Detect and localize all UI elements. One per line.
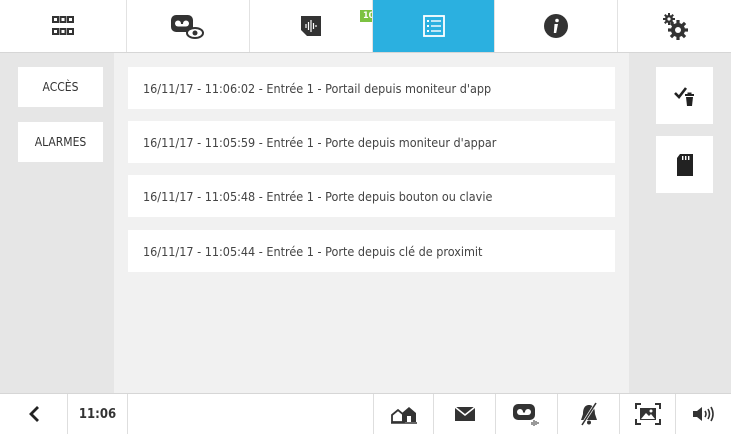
tab-audio-messages[interactable]	[250, 0, 373, 52]
mute-bell-icon	[580, 402, 597, 426]
bottom-status-bar: 11:06	[0, 393, 731, 434]
tab-event-list[interactable]	[373, 0, 495, 52]
tab-settings[interactable]	[618, 0, 731, 52]
save-to-sd-button[interactable]	[656, 136, 713, 193]
event-row[interactable]: 16/11/17 - 11:05:59 - Entrée 1 - Porte d…	[128, 121, 615, 163]
settings-gears-icon	[662, 13, 688, 40]
delete-selected-button[interactable]	[656, 67, 713, 124]
sd-card-icon	[676, 153, 693, 176]
info-icon	[544, 14, 568, 38]
event-row[interactable]: 16/11/17 - 11:05:48 - Entrée 1 - Porte d…	[128, 175, 615, 217]
event-list-icon	[422, 15, 445, 37]
picture-frame-icon	[634, 403, 661, 425]
speaker-icon	[692, 406, 714, 422]
video-audio-status[interactable]	[496, 394, 558, 434]
current-time: 11:06	[78, 406, 117, 422]
menu-item-alarmes[interactable]: ALARMES	[18, 122, 103, 162]
clock: 11:06	[68, 394, 128, 434]
tab-video-memory[interactable]: 10	[127, 0, 378, 52]
tab-home-grid[interactable]	[0, 0, 127, 52]
tab-info[interactable]	[495, 0, 618, 52]
top-navigation-bar: 10	[0, 0, 731, 53]
messages-status[interactable]	[434, 394, 496, 434]
grid-icon	[52, 16, 74, 35]
mail-icon	[454, 406, 475, 421]
back-chevron-icon	[28, 406, 39, 422]
video-memory-icon	[171, 15, 204, 39]
event-row[interactable]: 16/11/17 - 11:06:02 - Entrée 1 - Portail…	[128, 67, 615, 109]
event-row[interactable]: 16/11/17 - 11:05:44 - Entrée 1 - Porte d…	[128, 230, 615, 272]
mute-status[interactable]	[558, 394, 620, 434]
photo-frame-status[interactable]	[620, 394, 676, 434]
volume-button[interactable]	[676, 394, 731, 434]
menu-item-acces[interactable]: ACCÈS	[18, 67, 103, 107]
audio-message-icon	[301, 16, 321, 36]
main-panel: ACCÈS ALARMES 16/11/17 - 11:06:02 - Entr…	[0, 53, 731, 393]
status-spacer	[128, 394, 374, 434]
house-icon	[390, 407, 417, 424]
home-status[interactable]	[374, 394, 434, 434]
check-delete-icon	[673, 86, 694, 106]
video-audio-icon	[512, 404, 538, 426]
back-button[interactable]	[0, 394, 68, 434]
